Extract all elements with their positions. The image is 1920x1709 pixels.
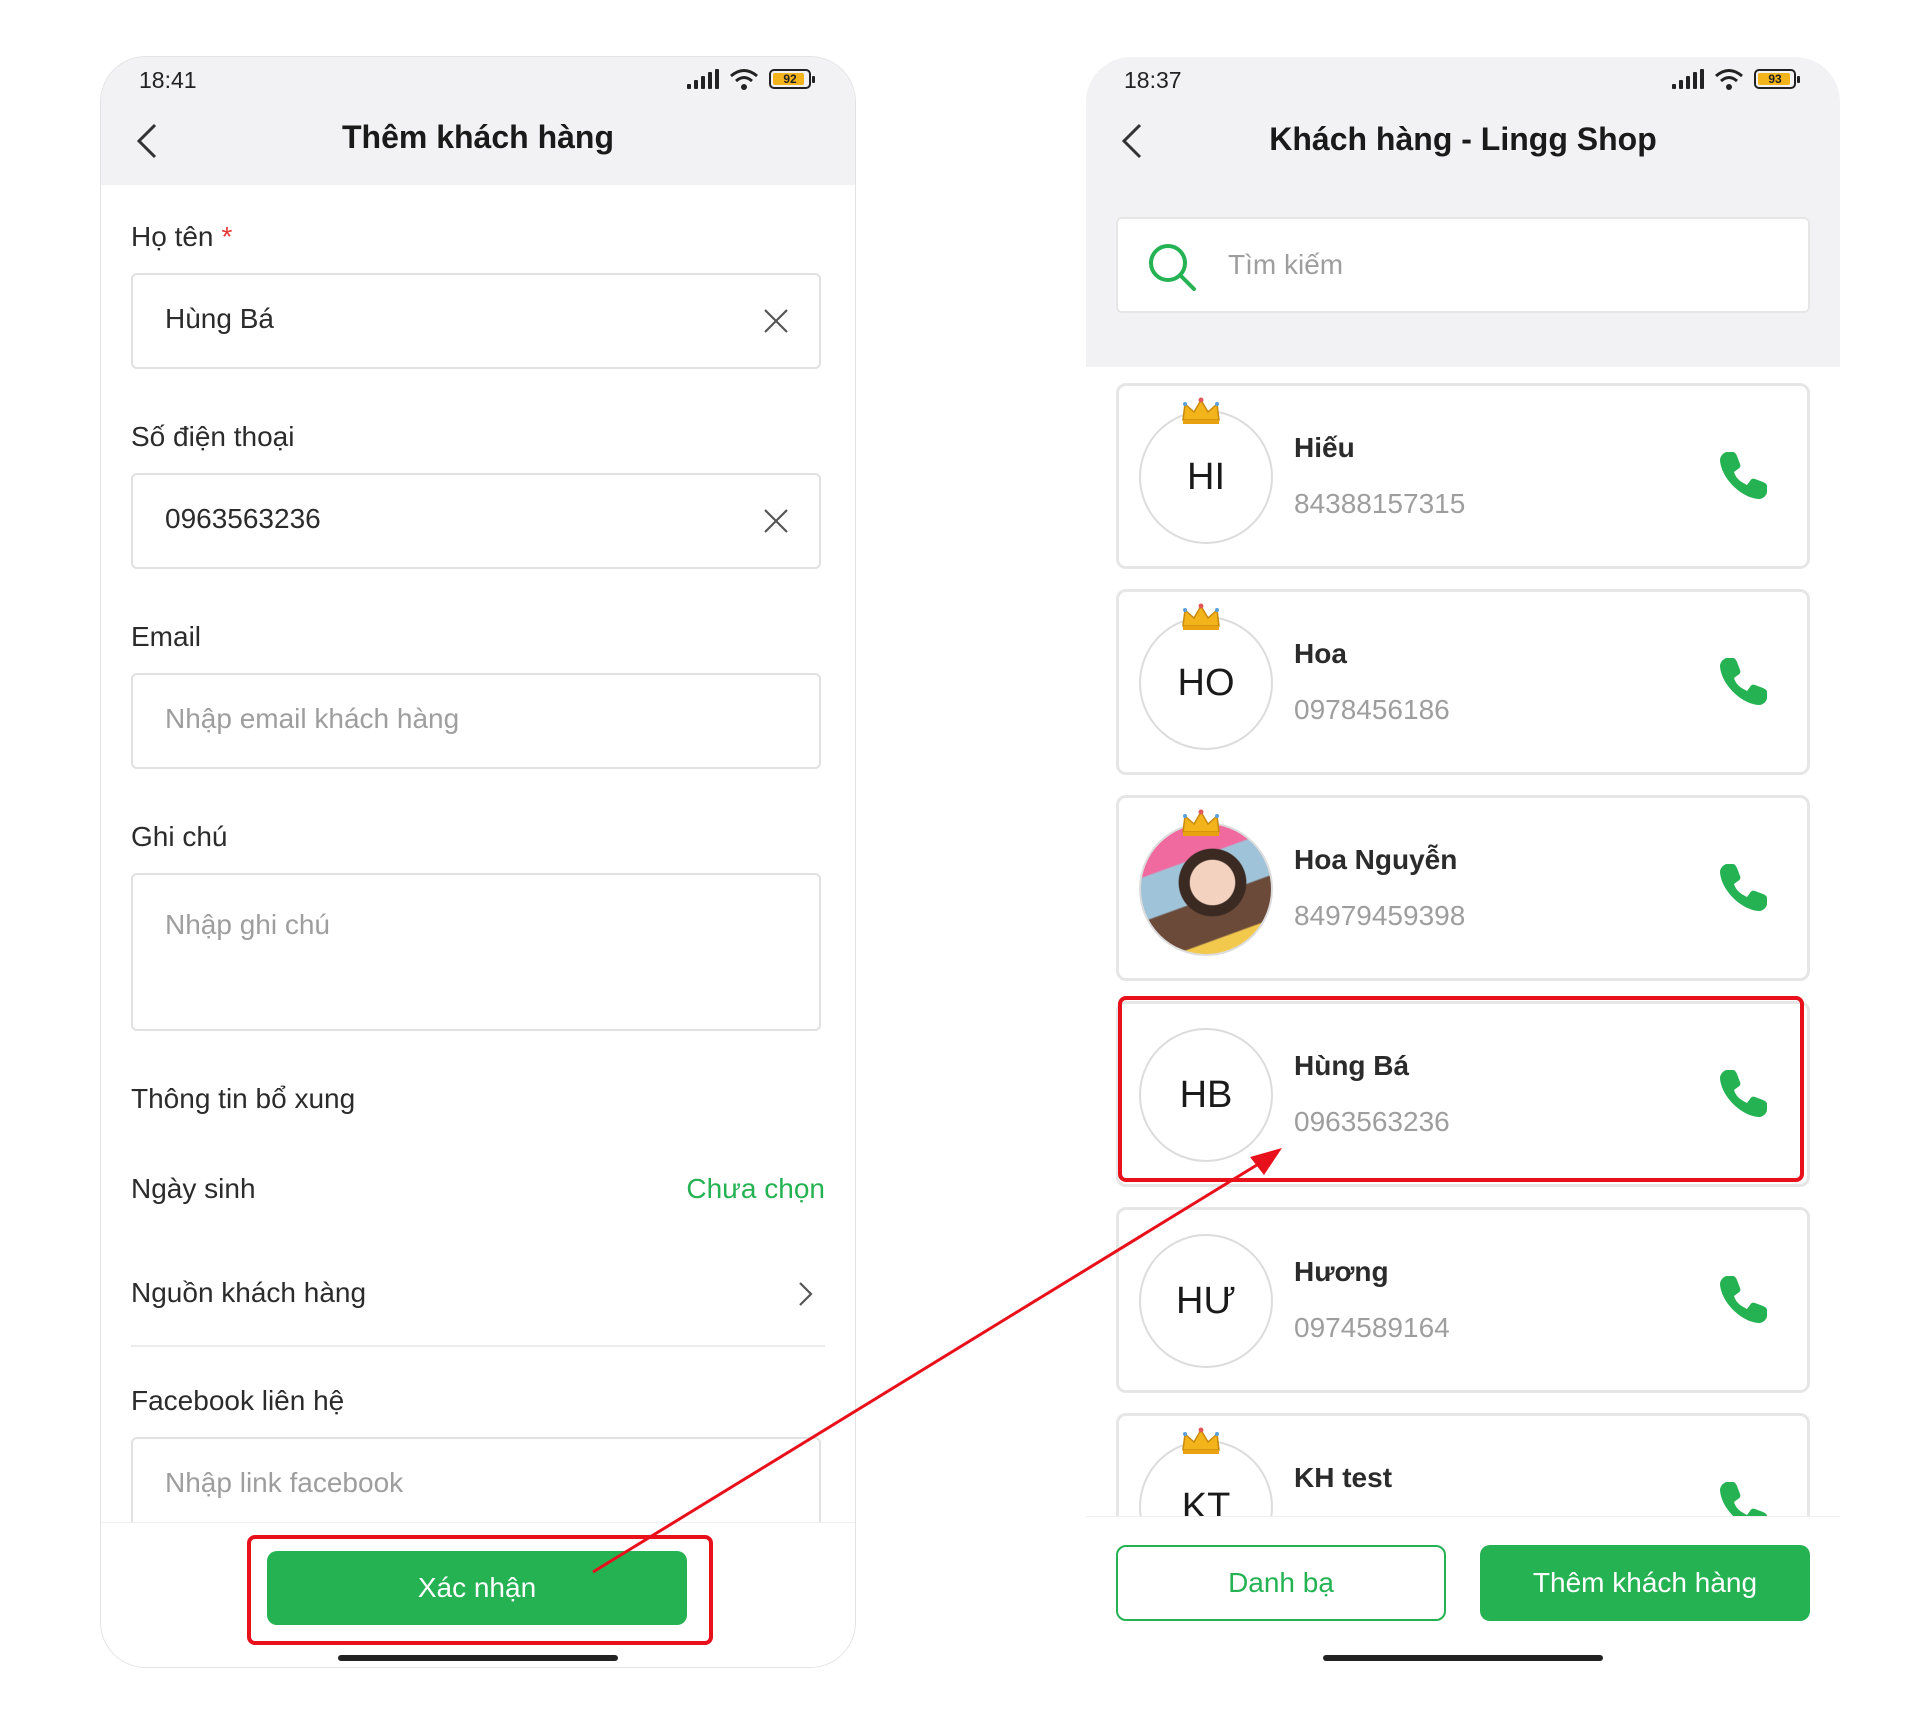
battery-icon: 93 [1754, 69, 1800, 89]
customer-source-row[interactable]: Nguồn khách hàng [131, 1277, 366, 1309]
bottom-bar: Danh bạ Thêm khách hàng [1086, 1516, 1840, 1667]
name-field[interactable]: Hùng Bá [131, 273, 821, 369]
phone-call-icon[interactable] [1715, 860, 1771, 916]
facebook-field[interactable]: Nhập link facebook [131, 1437, 821, 1533]
wifi-icon [730, 69, 758, 90]
signal-icon [687, 69, 719, 89]
customer-name: Hiếu [1294, 432, 1355, 463]
wifi-icon [1715, 69, 1743, 90]
email-label: Email [131, 621, 202, 652]
customer-card[interactable]: HO Hoa 0978456186 [1116, 589, 1810, 775]
customer-name: KH test [1294, 1462, 1393, 1493]
email-placeholder: Nhập email khách hàng [165, 703, 460, 734]
email-field[interactable]: Nhập email khách hàng [131, 673, 821, 769]
customer-phone: 0974589164 [1294, 1312, 1450, 1343]
phone-field-value: 0963563236 [165, 503, 321, 534]
avatar-initials: HI [1187, 455, 1225, 498]
battery-percent: 92 [783, 72, 797, 86]
birthday-label: Ngày sinh [131, 1173, 256, 1204]
new-customer-highlight [1118, 996, 1804, 1182]
crown-icon [1182, 809, 1220, 836]
customer-name: Hương [1294, 1256, 1389, 1287]
search-input[interactable]: Tìm kiếm [1116, 217, 1810, 313]
customer-list-screen: 18:37 93 Khách hàng - Lingg Shop Tìm kiế… [1085, 56, 1841, 1668]
chevron-right-icon[interactable] [795, 1279, 817, 1309]
phone-label: Số điện thoại [131, 421, 295, 452]
signal-icon [1672, 69, 1704, 89]
customer-phone: 0978456186 [1294, 694, 1450, 725]
customer-name: Hoa [1294, 638, 1347, 669]
required-mark: * [221, 221, 233, 252]
home-indicator [338, 1655, 618, 1661]
avatar: HO [1139, 616, 1273, 750]
note-label: Ghi chú [131, 821, 228, 852]
phone-call-icon[interactable] [1715, 1272, 1771, 1328]
phone-field[interactable]: 0963563236 [131, 473, 821, 569]
page-title: Thêm khách hàng [341, 119, 615, 155]
customer-phone: 84979459398 [1294, 900, 1466, 931]
clear-icon[interactable] [761, 306, 791, 336]
note-field[interactable]: Nhập ghi chú [131, 873, 821, 1031]
customer-phone: 84388157315 [1294, 488, 1466, 519]
status-bar: 18:37 93 [1086, 57, 1840, 127]
clear-icon[interactable] [761, 506, 791, 536]
phone-call-icon[interactable] [1715, 654, 1771, 710]
avatar-photo [1139, 822, 1273, 956]
confirm-button-highlight [247, 1535, 713, 1645]
name-field-value: Hùng Bá [165, 303, 274, 334]
extra-info-title: Thông tin bổ xung [131, 1083, 356, 1114]
search-placeholder: Tìm kiếm [1228, 249, 1344, 280]
home-indicator [1323, 1655, 1603, 1661]
avatar: HƯ [1139, 1234, 1273, 1368]
add-customer-screen: 18:41 92 Thêm khách hàng Họ tên * Hùng Bá… [100, 56, 856, 1668]
status-time: 18:37 [1124, 67, 1182, 93]
crown-icon [1182, 603, 1220, 630]
avatar-initials: HƯ [1176, 1279, 1236, 1322]
phone-call-icon[interactable] [1715, 448, 1771, 504]
customer-name: Hoa Nguyễn [1294, 844, 1458, 875]
search-icon [1149, 244, 1196, 291]
birthday-select[interactable]: Chưa chọn [686, 1173, 825, 1205]
battery-percent: 93 [1768, 72, 1782, 86]
facebook-placeholder: Nhập link facebook [165, 1467, 404, 1498]
crown-icon [1182, 397, 1220, 424]
name-label: Họ tên * [131, 221, 233, 252]
customer-card[interactable]: HI Hiếu 84388157315 [1116, 383, 1810, 569]
customer-card[interactable]: HƯ Hương 0974589164 [1116, 1207, 1810, 1393]
status-time: 18:41 [139, 67, 197, 93]
facebook-label: Facebook liên hệ [131, 1385, 345, 1416]
contacts-button[interactable]: Danh bạ [1116, 1545, 1446, 1621]
avatar-initials: HO [1177, 661, 1235, 704]
note-placeholder: Nhập ghi chú [165, 909, 331, 940]
add-customer-button[interactable]: Thêm khách hàng [1480, 1545, 1810, 1621]
customer-card[interactable]: Hoa Nguyễn 84979459398 [1116, 795, 1810, 981]
page-title: Khách hàng - Lingg Shop [1269, 121, 1657, 157]
battery-icon: 92 [769, 69, 815, 89]
crown-icon [1182, 1427, 1220, 1454]
divider [131, 1345, 825, 1347]
status-bar: 18:41 92 [101, 57, 855, 127]
avatar: HI [1139, 410, 1273, 544]
